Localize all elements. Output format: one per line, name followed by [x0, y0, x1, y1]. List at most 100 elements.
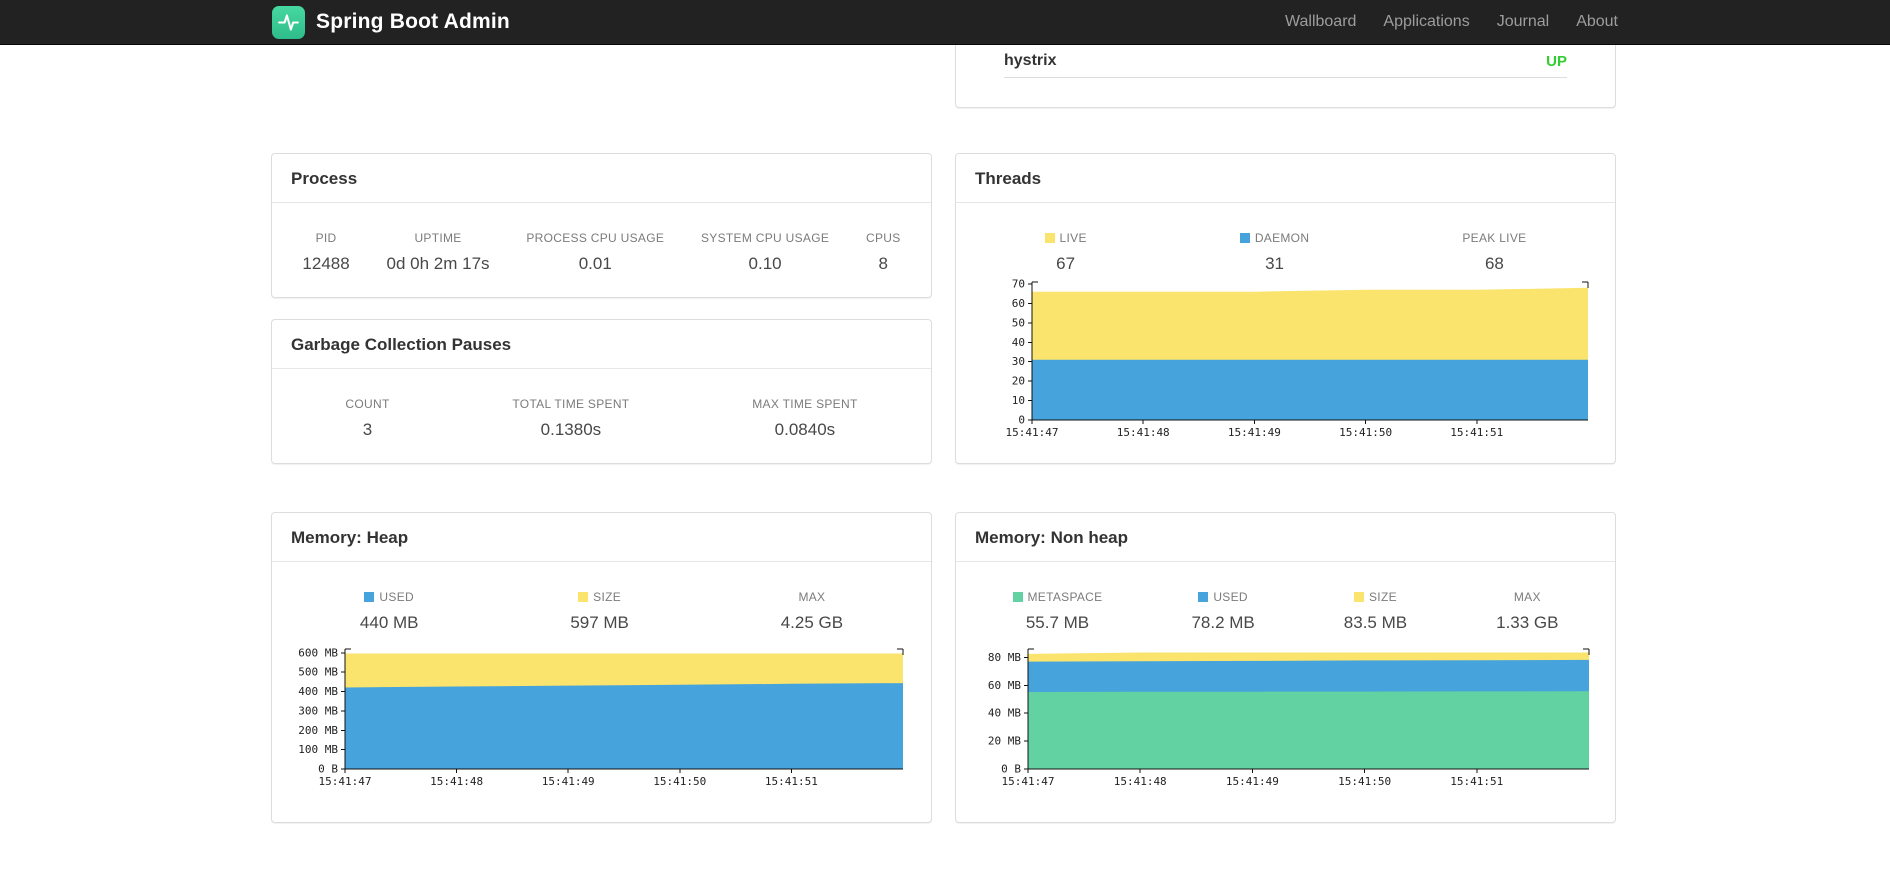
- stat: MAX TIME SPENT 0.0840s: [752, 397, 857, 440]
- legend-label: LIVE: [1044, 231, 1087, 245]
- stat-label: COUNT: [345, 397, 390, 411]
- legend-value: 78.2 MB: [1191, 613, 1255, 632]
- svg-text:80 MB: 80 MB: [988, 651, 1021, 664]
- stat-value: 0.10: [748, 254, 782, 273]
- threads-panel: Threads LIVE 67 DAEMON 31 PEAK LIVE 68 0…: [955, 153, 1616, 464]
- svg-text:20 MB: 20 MB: [988, 735, 1021, 748]
- svg-text:15:41:47: 15:41:47: [1006, 426, 1059, 439]
- svg-text:20: 20: [1012, 375, 1025, 388]
- stat: PROCESS CPU USAGE 0.01: [526, 231, 664, 274]
- svg-text:15:41:48: 15:41:48: [1117, 426, 1170, 439]
- svg-text:15:41:51: 15:41:51: [1450, 426, 1503, 439]
- svg-text:30: 30: [1012, 355, 1025, 368]
- stat-value: 0d 0h 2m 17s: [386, 254, 490, 273]
- legend-swatch-icon: [578, 592, 589, 602]
- svg-text:500 MB: 500 MB: [298, 666, 338, 679]
- legend-item: PEAK LIVE 68: [1462, 231, 1526, 274]
- legend-label: DAEMON: [1239, 231, 1309, 245]
- svg-text:15:41:48: 15:41:48: [430, 775, 483, 788]
- legend-label: SIZE: [1344, 590, 1407, 604]
- stat-label: PID: [315, 231, 337, 245]
- svg-text:40: 40: [1012, 336, 1025, 349]
- stat: SYSTEM CPU USAGE 0.10: [701, 231, 829, 274]
- svg-text:0: 0: [1018, 414, 1025, 427]
- stat: TOTAL TIME SPENT 0.1380s: [512, 397, 629, 440]
- svg-text:0 B: 0 B: [318, 763, 338, 776]
- svg-text:10: 10: [1012, 394, 1025, 407]
- nonheap-panel-title: Memory: Non heap: [956, 513, 1615, 562]
- nav-link[interactable]: Journal: [1497, 13, 1549, 31]
- stat-label: TOTAL TIME SPENT: [512, 397, 630, 411]
- svg-text:600 MB: 600 MB: [298, 646, 338, 659]
- stat-label: MAX TIME SPENT: [752, 397, 858, 411]
- gc-pauses-panel: Garbage Collection Pauses COUNT 3 TOTAL …: [271, 319, 932, 464]
- threads-chart: 0 10 20 30 40 50 60 70 15:41:47 15:41:48 15:41:49 1…: [970, 276, 1600, 454]
- stat-value: 8: [878, 254, 888, 273]
- legend-item: LIVE 67: [1044, 231, 1087, 274]
- memory-nonheap-panel: Memory: Non heap METASPACE 55.7 MB USED …: [955, 512, 1616, 823]
- application-row-hystrix[interactable]: hystrix UP: [1004, 45, 1567, 78]
- application-status-panel: hystrix UP: [955, 45, 1616, 108]
- legend-value: 31: [1265, 254, 1285, 273]
- svg-text:60: 60: [1012, 297, 1025, 310]
- process-stats: PID 12488 UPTIME 0d 0h 2m 17s PROCESS CP…: [272, 203, 931, 274]
- stat-value: 0.1380s: [540, 420, 602, 439]
- process-panel-title: Process: [272, 154, 931, 203]
- legend-swatch-icon: [1044, 233, 1055, 243]
- legend-item: USED 440 MB: [360, 590, 419, 633]
- legend-item: SIZE 597 MB: [570, 590, 629, 633]
- legend-value: 4.25 GB: [780, 613, 844, 632]
- legend-item: MAX 4.25 GB: [781, 590, 843, 633]
- heap-legend: USED 440 MB SIZE 597 MB MAX 4.25 GB: [272, 562, 931, 633]
- svg-text:15:41:50: 15:41:50: [1338, 775, 1391, 788]
- svg-text:400 MB: 400 MB: [298, 685, 338, 698]
- svg-text:50: 50: [1012, 316, 1025, 329]
- legend-swatch-icon: [1012, 592, 1023, 602]
- stat-value: 0.0840s: [774, 420, 836, 439]
- svg-text:15:41:48: 15:41:48: [1114, 775, 1167, 788]
- memory-heap-chart: 0 B 100 MB 200 MB 300 MB 400 MB 500 MB 600 MB 1…: [282, 643, 912, 799]
- legend-value: 440 MB: [359, 613, 419, 632]
- brand-title: Spring Boot Admin: [316, 10, 510, 33]
- threads-legend: LIVE 67 DAEMON 31 PEAK LIVE 68: [956, 203, 1615, 274]
- legend-value: 67: [1056, 254, 1076, 273]
- brand[interactable]: Spring Boot Admin: [272, 5, 510, 39]
- legend-swatch-icon: [1198, 592, 1209, 602]
- application-name: hystrix: [1004, 52, 1057, 69]
- legend-value: 1.33 GB: [1496, 613, 1559, 632]
- stat-value: 3: [362, 420, 373, 439]
- page-content: hystrix UP Process PID 12488 UPTIME 0d 0…: [0, 45, 1890, 892]
- svg-text:100 MB: 100 MB: [298, 743, 338, 756]
- legend-swatch-icon: [1239, 233, 1250, 243]
- stat-value: 0.01: [578, 254, 612, 273]
- heap-panel-title: Memory: Heap: [272, 513, 931, 562]
- legend-label: USED: [360, 590, 419, 604]
- svg-text:0 B: 0 B: [1001, 763, 1021, 776]
- memory-nonheap-chart: 0 B 20 MB 40 MB 60 MB 80 MB 15:41:47 15:41:48 1…: [966, 643, 1598, 799]
- svg-text:15:41:50: 15:41:50: [653, 775, 706, 788]
- stat-label: UPTIME: [414, 231, 462, 245]
- legend-value: 68: [1484, 254, 1504, 273]
- svg-text:300 MB: 300 MB: [298, 704, 338, 717]
- legend-swatch-icon: [364, 592, 375, 602]
- spring-boot-admin-logo-icon: [272, 5, 305, 39]
- svg-text:15:41:47: 15:41:47: [319, 775, 372, 788]
- nav-link[interactable]: Applications: [1383, 13, 1469, 31]
- nav-link[interactable]: Wallboard: [1285, 13, 1356, 31]
- svg-text:15:41:50: 15:41:50: [1339, 426, 1392, 439]
- legend-item: METASPACE 55.7 MB: [1012, 590, 1103, 633]
- stat-label: SYSTEM CPU USAGE: [701, 231, 830, 245]
- svg-text:15:41:51: 15:41:51: [765, 775, 818, 788]
- legend-value: 597 MB: [570, 613, 629, 632]
- svg-text:15:41:49: 15:41:49: [1226, 775, 1279, 788]
- nav-link[interactable]: About: [1576, 13, 1618, 31]
- stat: CPUS 8: [866, 231, 901, 274]
- svg-text:15:41:49: 15:41:49: [542, 775, 595, 788]
- svg-text:15:41:47: 15:41:47: [1002, 775, 1055, 788]
- legend-item: USED 78.2 MB: [1191, 590, 1254, 633]
- stat-label: CPUS: [866, 231, 901, 245]
- stat: PID 12488: [302, 231, 349, 274]
- svg-text:40 MB: 40 MB: [988, 707, 1021, 720]
- svg-text:15:41:49: 15:41:49: [1228, 426, 1281, 439]
- svg-text:15:41:51: 15:41:51: [1450, 775, 1503, 788]
